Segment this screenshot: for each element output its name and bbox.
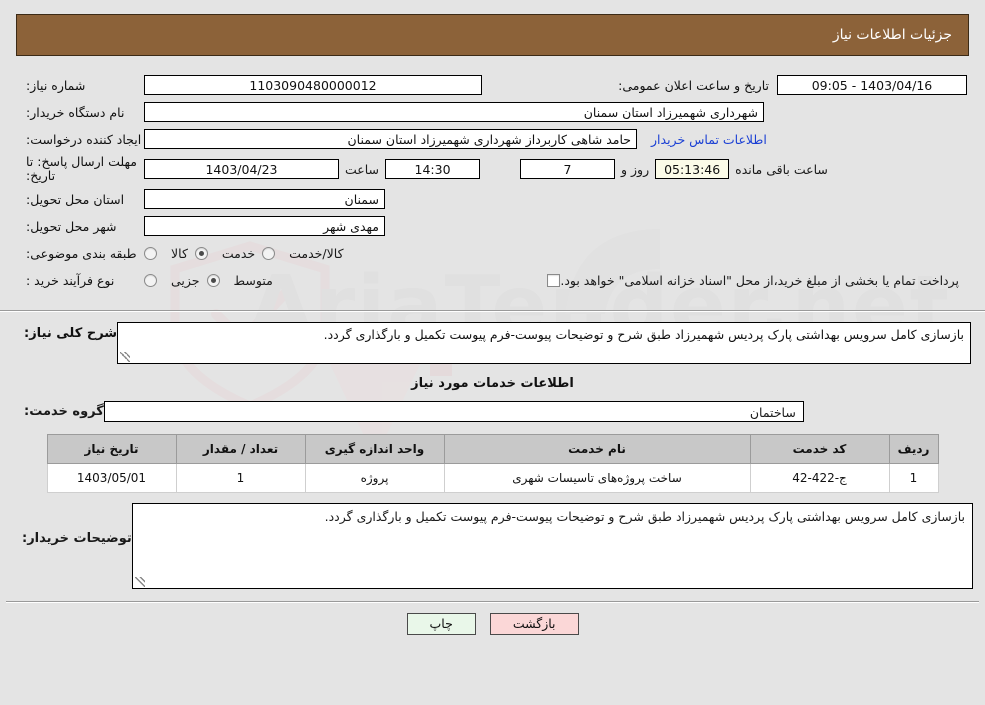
- back-button[interactable]: بازگشت: [489, 613, 579, 635]
- service-group-field[interactable]: ساختمان: [103, 401, 804, 422]
- table-header-row: ردیف کد خدمت نام خدمت واحد اندازه گیری ت…: [46, 434, 939, 464]
- general-description-textarea[interactable]: بازسازی کامل سرویس بهداشتی پارک پردیس شه…: [117, 322, 971, 364]
- province-label: استان محل تحویل:: [26, 191, 125, 207]
- print-button[interactable]: چاپ: [406, 613, 476, 635]
- announce-datetime-label: تاریخ و ساعت اعلان عمومی:: [618, 77, 769, 93]
- process-option-0-label: جزیی: [171, 272, 200, 288]
- buyer-notes-label: توضیحات خریدار:: [22, 531, 132, 546]
- col-radif: ردیف: [888, 434, 939, 464]
- buyer-org-label: نام دستگاه خریدار:: [26, 104, 125, 120]
- category-option-0-label: کالا: [171, 245, 188, 261]
- buyer-notes-textarea[interactable]: بازسازی کامل سرویس بهداشتی پارک پردیس شه…: [131, 503, 973, 589]
- col-unit: واحد اندازه گیری: [304, 434, 445, 464]
- cell-name: ساخت پروژه‌های تاسیسات شهری: [443, 463, 751, 493]
- resize-grip-icon-notes[interactable]: [134, 577, 145, 587]
- page-title: جزئیات اطلاعات نیاز: [832, 27, 952, 43]
- category-option-2-label: کالا/خدمت: [289, 245, 344, 261]
- cell-radif: 1: [888, 463, 939, 493]
- page-header: جزئیات اطلاعات نیاز: [16, 14, 969, 56]
- general-description-text: بازسازی کامل سرویس بهداشتی پارک پردیس شه…: [323, 327, 964, 342]
- row-buyer-notes: بازسازی کامل سرویس بهداشتی پارک پردیس شه…: [12, 503, 973, 589]
- footer-buttons: بازگشت چاپ: [0, 613, 985, 635]
- row-buyer-org: شهرداری شهمیرزاد استان سمنان نام دستگاه …: [18, 101, 967, 123]
- row-general-description: بازسازی کامل سرویس بهداشتی پارک پردیس شه…: [14, 322, 971, 364]
- category-label: طبقه بندی موضوعی:: [26, 245, 137, 261]
- row-deadline: ساعت باقی مانده 05:13:46 روز و 7 14:30 س…: [18, 155, 967, 183]
- need-number-label: شماره نیاز:: [26, 77, 86, 93]
- hour-label: ساعت: [345, 161, 380, 177]
- row-city: مهدی شهر شهر محل تحویل:: [18, 215, 967, 237]
- buyer-org-field[interactable]: شهرداری شهمیرزاد استان سمنان: [144, 102, 764, 122]
- category-radio-group: کالا/خدمت خدمت کالا: [144, 246, 347, 261]
- buyer-contact-link[interactable]: اطلاعات تماس خریدار: [637, 132, 767, 147]
- cell-date: 1403/05/01: [46, 463, 177, 493]
- section-divider-1: [0, 310, 985, 312]
- col-name: نام خدمت: [443, 434, 751, 464]
- treasury-checkbox-text: پرداخت تمام یا بخشی از مبلغ خرید،از محل …: [560, 272, 959, 288]
- row-category: کالا/خدمت خدمت کالا طبقه بندی موضوعی:: [18, 242, 967, 264]
- services-table: ردیف کد خدمت نام خدمت واحد اندازه گیری ت…: [46, 434, 939, 493]
- days-remaining-field: 7: [520, 159, 616, 179]
- services-section-title: اطلاعات خدمات مورد نیاز: [411, 376, 574, 391]
- resize-grip-icon[interactable]: [120, 352, 131, 362]
- countdown-suffix-label: ساعت باقی مانده: [735, 161, 828, 177]
- col-code: کد خدمت: [749, 434, 890, 464]
- col-quantity: تعداد / مقدار: [175, 434, 306, 464]
- buyer-notes-text: بازسازی کامل سرویس بهداشتی پارک پردیس شه…: [324, 509, 965, 524]
- creator-label: ایجاد کننده درخواست:: [26, 131, 142, 147]
- process-label: نوع فرآیند خرید :: [26, 272, 115, 288]
- process-radio-motevaset[interactable]: [206, 273, 220, 287]
- deadline-date-field[interactable]: 1403/04/23: [144, 159, 339, 179]
- section-divider-2: [6, 601, 979, 603]
- general-description-label: شرح کلی نیاز:: [24, 326, 118, 341]
- need-info-panel: 1403/04/16 - 09:05 تاریخ و ساعت اعلان عم…: [10, 68, 975, 306]
- row-process: پرداخت تمام یا بخشی از مبلغ خرید،از محل …: [18, 269, 967, 291]
- category-radio-khedmat[interactable]: [194, 246, 208, 260]
- row-creator: اطلاعات تماس خریدار حامد شاهی کاربرداز ش…: [18, 128, 967, 150]
- treasury-checkbox[interactable]: [547, 273, 561, 287]
- announce-datetime-field[interactable]: 1403/04/16 - 09:05: [777, 75, 967, 95]
- category-radio-kala[interactable]: [144, 246, 157, 260]
- cell-quantity: 1: [175, 463, 306, 493]
- city-label: شهر محل تحویل:: [26, 218, 117, 234]
- row-province: سمنان استان محل تحویل:: [18, 188, 967, 210]
- deadline-hour-field[interactable]: 14:30: [385, 159, 481, 179]
- col-date: تاریخ نیاز: [46, 434, 177, 464]
- category-radio-kala-khedmat[interactable]: [262, 246, 276, 260]
- province-field[interactable]: سمنان: [144, 189, 385, 209]
- process-radio-jozii[interactable]: [144, 273, 157, 287]
- cell-unit: پروژه: [304, 463, 445, 493]
- city-field[interactable]: مهدی شهر: [144, 216, 385, 236]
- deadline-label: مهلت ارسال پاسخ: تا تاریخ:: [26, 154, 137, 183]
- table-row: 1 ج-422-42 ساخت پروژه‌های تاسیسات شهری پ…: [46, 463, 939, 493]
- category-option-1-label: خدمت: [221, 245, 256, 261]
- row-service-group: ساختمان گروه خدمت:: [14, 401, 971, 422]
- process-radio-group: متوسط جزیی: [144, 273, 276, 288]
- service-group-label: گروه خدمت:: [24, 404, 104, 419]
- process-option-1-label: متوسط: [233, 272, 273, 288]
- row-need-number: 1403/04/16 - 09:05 تاریخ و ساعت اعلان عم…: [18, 74, 967, 96]
- need-number-field[interactable]: 1103090480000012: [144, 75, 482, 95]
- countdown-field: 05:13:46: [655, 159, 730, 179]
- cell-code: ج-422-42: [749, 463, 890, 493]
- creator-field[interactable]: حامد شاهی کاربرداز شهرداری شهمیرزاد استا…: [144, 129, 637, 149]
- days-suffix-label: روز و: [621, 161, 650, 177]
